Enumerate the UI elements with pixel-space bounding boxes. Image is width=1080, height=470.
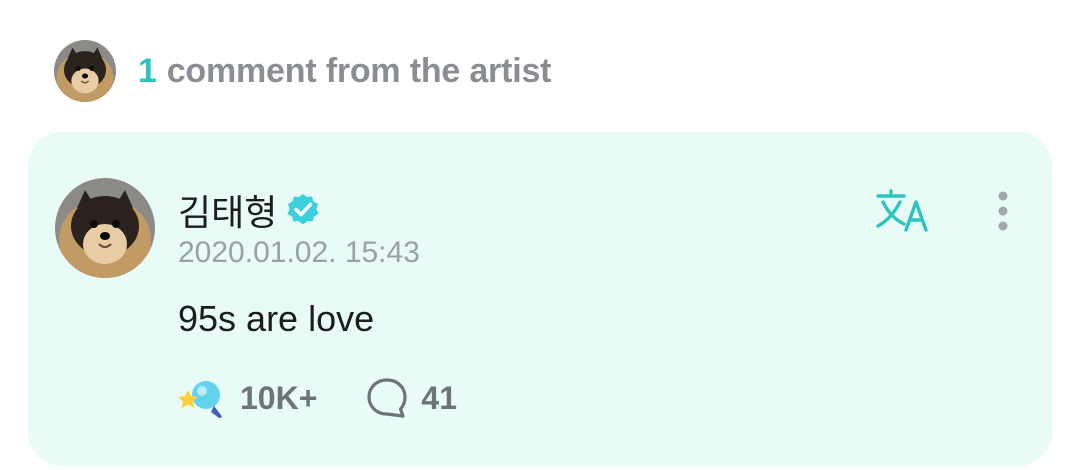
dog-avatar-image [54,40,116,102]
comment-count: 1 [138,51,157,90]
cheer-count: 10K+ [240,379,318,416]
author-name[interactable]: 김태형 [178,184,277,236]
more-vertical-icon [998,191,1008,231]
comment-actions: 10K+ 41 [178,376,457,420]
header-title: 1 comment from the artist [138,52,551,91]
cheer-icon [178,381,222,418]
translate-icon [876,189,928,232]
cheer-button[interactable]: 10K+ [178,376,317,420]
reply-count: 41 [421,379,457,416]
artist-avatar-small[interactable] [54,40,116,102]
more-options-button[interactable] [986,186,1020,236]
verified-badge-icon [287,194,319,225]
header-label: comment from the artist [166,51,552,90]
author-row: 김태형 [178,184,321,236]
translate-button[interactable] [874,188,934,234]
comment-text: 95s are love [178,298,375,339]
reply-bubble-icon [367,378,407,418]
section-header: 1 comment from the artist [54,40,551,102]
comment-timestamp: 2020.01.02. 15:43 [178,236,420,269]
dog-avatar-image [55,178,155,278]
comment-card: 김태형 2020.01.02. 15:43 95s are love 10K+ … [28,132,1052,466]
artist-comment-section: 1 comment from the artist 김태형 2020.01.02… [0,0,1080,470]
author-avatar[interactable] [55,178,155,278]
reply-button[interactable]: 41 [365,376,457,420]
